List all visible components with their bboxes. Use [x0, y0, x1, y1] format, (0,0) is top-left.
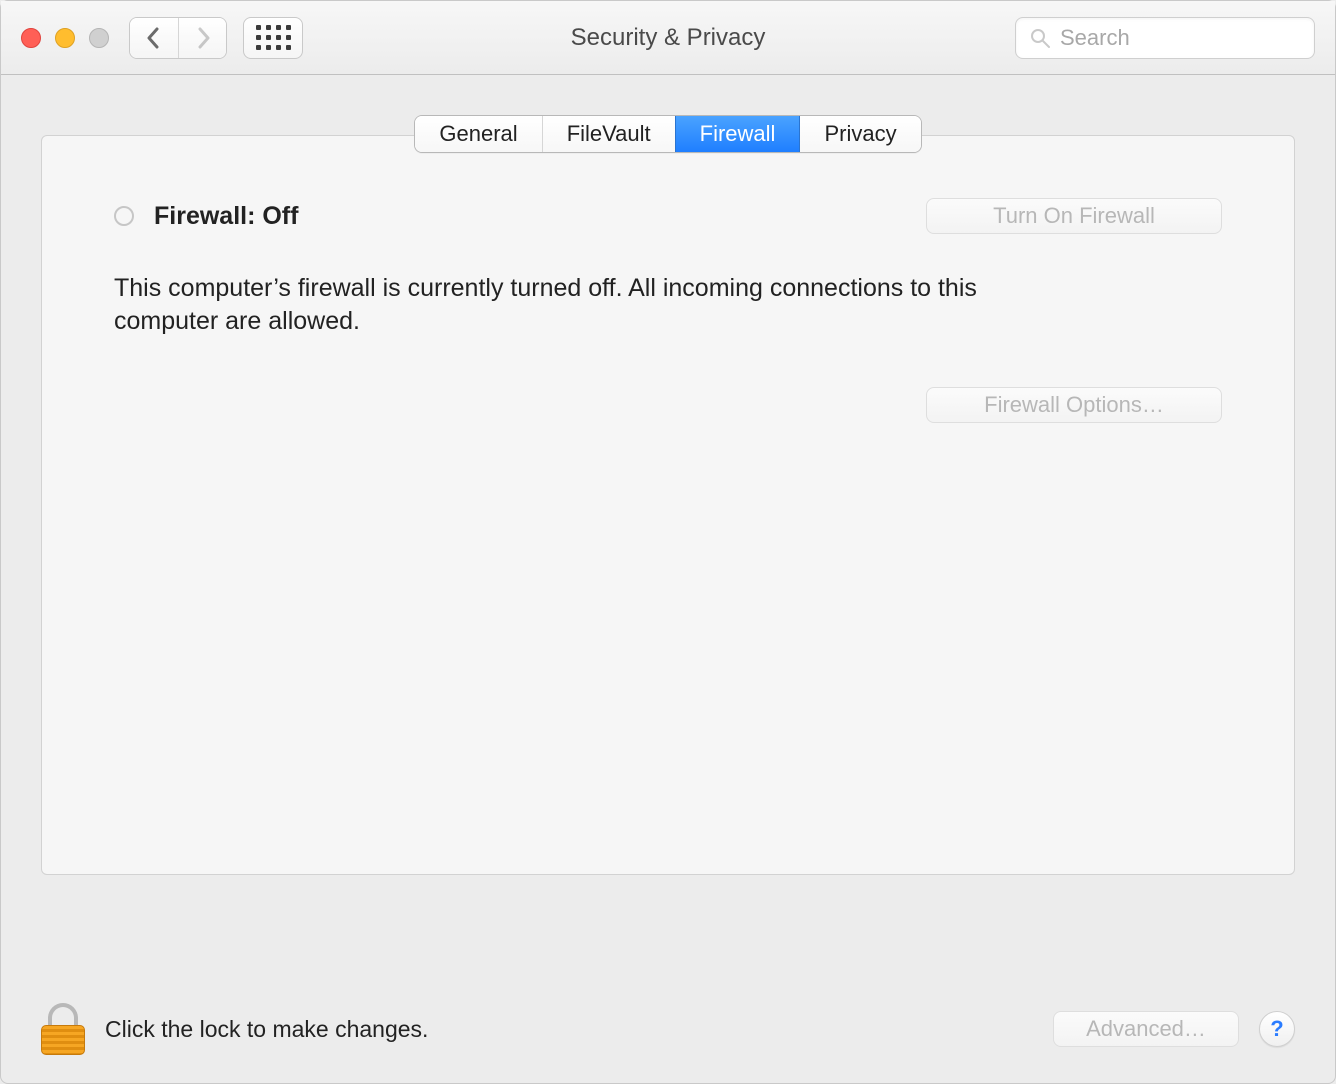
- footer-right: Advanced… ?: [1053, 1011, 1295, 1047]
- close-window-button[interactable]: [21, 28, 41, 48]
- firewall-options-button: Firewall Options…: [926, 387, 1222, 423]
- firewall-status-row: Firewall: Off Turn On Firewall: [114, 198, 1222, 234]
- tab-general[interactable]: General: [415, 116, 541, 152]
- turn-on-firewall-button: Turn On Firewall: [926, 198, 1222, 234]
- status-indicator-icon: [114, 206, 134, 226]
- zoom-window-button: [89, 28, 109, 48]
- tabs: General FileVault Firewall Privacy: [41, 115, 1295, 153]
- tab-privacy[interactable]: Privacy: [799, 116, 920, 152]
- grid-icon: [256, 25, 291, 50]
- chevron-left-icon: [145, 27, 163, 49]
- toolbar: Security & Privacy: [1, 1, 1335, 75]
- firewall-status-label: Firewall: Off: [154, 202, 298, 231]
- minimize-window-button[interactable]: [55, 28, 75, 48]
- lock-icon[interactable]: [41, 1003, 85, 1055]
- show-all-prefs-button[interactable]: [243, 17, 303, 59]
- lock-hint-text: Click the lock to make changes.: [105, 1016, 428, 1043]
- firewall-description: This computer’s firewall is currently tu…: [114, 272, 994, 337]
- firewall-panel: Firewall: Off Turn On Firewall This comp…: [41, 135, 1295, 875]
- tab-firewall[interactable]: Firewall: [675, 116, 800, 152]
- firewall-options-row: Firewall Options…: [114, 387, 1222, 423]
- search-icon: [1030, 28, 1050, 48]
- chevron-right-icon: [194, 27, 212, 49]
- window-controls: [21, 28, 109, 48]
- footer: Click the lock to make changes. Advanced…: [41, 1003, 1295, 1055]
- nav-buttons: [129, 17, 227, 59]
- search-field-wrap[interactable]: [1015, 17, 1315, 59]
- help-button[interactable]: ?: [1259, 1011, 1295, 1047]
- tab-filevault[interactable]: FileVault: [542, 116, 675, 152]
- back-button[interactable]: [130, 18, 178, 58]
- advanced-button: Advanced…: [1053, 1011, 1239, 1047]
- firewall-status: Firewall: Off: [114, 202, 298, 231]
- tab-bar: General FileVault Firewall Privacy: [414, 115, 921, 153]
- content: General FileVault Firewall Privacy Firew…: [1, 75, 1335, 1083]
- forward-button: [178, 18, 226, 58]
- search-input[interactable]: [1060, 25, 1300, 51]
